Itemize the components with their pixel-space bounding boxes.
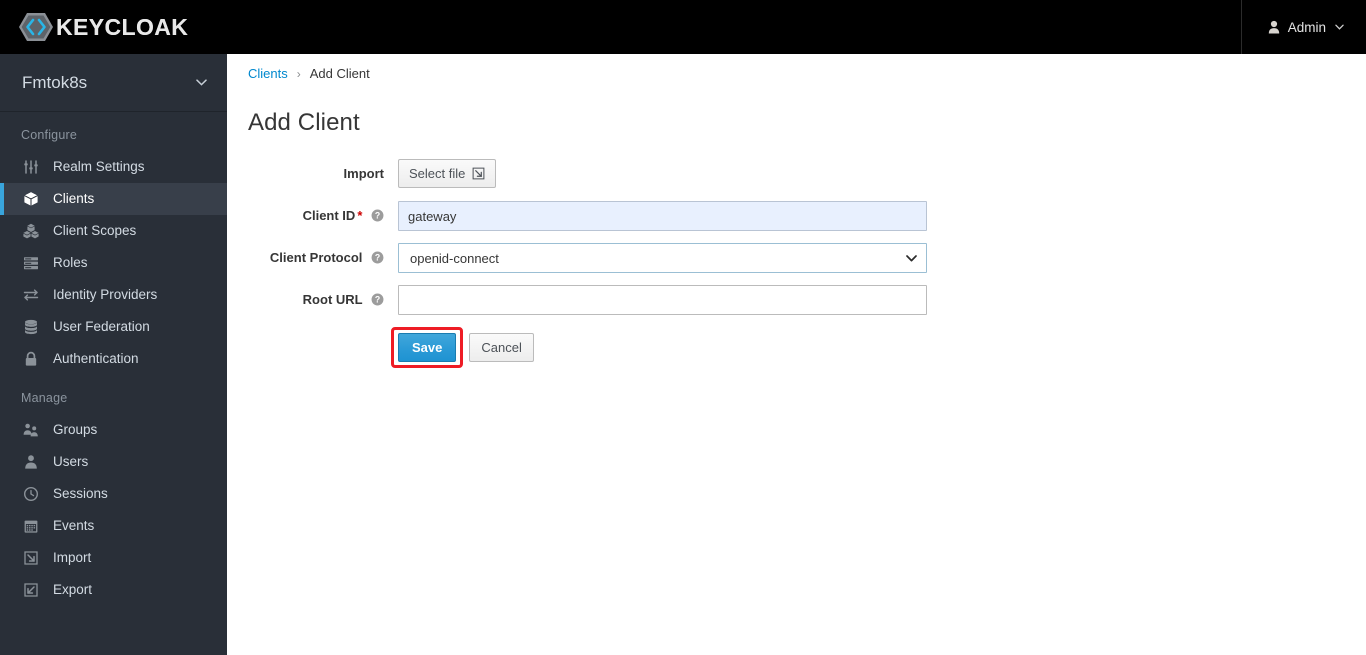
client-protocol-label-text: Client Protocol bbox=[269, 250, 363, 265]
required-marker: * bbox=[357, 208, 363, 223]
client-id-label: Client ID * ? bbox=[227, 201, 398, 231]
chevron-down-icon bbox=[196, 79, 207, 86]
svg-text:?: ? bbox=[375, 295, 380, 305]
realm-selector[interactable]: Fmtok8s bbox=[0, 54, 227, 112]
import-icon bbox=[22, 550, 39, 567]
sidebar-item-label: Sessions bbox=[53, 486, 108, 502]
form-row-import: Import Select file bbox=[227, 159, 1366, 189]
calendar-icon bbox=[22, 518, 39, 535]
sidebar-item-label: Export bbox=[53, 582, 93, 598]
admin-menu[interactable]: Admin bbox=[1240, 0, 1366, 54]
svg-text:?: ? bbox=[375, 253, 380, 263]
sidebar-item-import[interactable]: Import bbox=[0, 542, 227, 574]
sidebar-item-realm-settings[interactable]: Realm Settings bbox=[0, 151, 227, 183]
lock-icon bbox=[22, 351, 39, 368]
user-icon bbox=[1268, 20, 1279, 34]
form-row-client-id: Client ID * ? bbox=[227, 201, 1366, 231]
client-id-field bbox=[398, 201, 1366, 231]
sidebar-item-groups[interactable]: Groups bbox=[0, 414, 227, 446]
import-label: Import bbox=[343, 166, 384, 181]
import-file-icon bbox=[472, 167, 485, 180]
form-row-actions: Save Cancel bbox=[227, 327, 1366, 368]
form-row-root-url: Root URL ? bbox=[227, 285, 1366, 315]
actions-spacer bbox=[227, 327, 398, 357]
sidebar-item-label: Users bbox=[53, 454, 89, 470]
sidebar-item-client-scopes[interactable]: Client Scopes bbox=[0, 215, 227, 247]
form-actions: Save Cancel bbox=[391, 327, 1366, 368]
client-protocol-label: Client Protocol ? bbox=[227, 243, 398, 273]
clock-icon bbox=[22, 486, 39, 503]
import-field: Select file bbox=[398, 159, 1366, 188]
sidebar-item-label: Events bbox=[53, 518, 95, 534]
admin-user-label: Admin bbox=[1287, 19, 1326, 35]
sidebar-item-label: Authentication bbox=[53, 351, 139, 367]
breadcrumb-current: Add Client bbox=[309, 66, 370, 81]
client-id-label-text: Client ID bbox=[302, 208, 356, 223]
sliders-icon bbox=[22, 159, 39, 176]
top-header-bar: KEYCLOAK Admin bbox=[0, 0, 1366, 54]
save-button[interactable]: Save bbox=[398, 333, 457, 362]
chevron-down-icon bbox=[1335, 24, 1344, 30]
sidebar-item-label: Clients bbox=[53, 191, 95, 207]
root-url-input[interactable] bbox=[398, 285, 927, 315]
nav-section-title-configure: Configure bbox=[21, 128, 77, 142]
sidebar-item-label: Roles bbox=[53, 255, 88, 271]
help-circle-icon[interactable]: ? bbox=[371, 251, 384, 264]
brand-logo-area[interactable]: KEYCLOAK bbox=[0, 11, 188, 43]
sidebar-item-clients[interactable]: Clients bbox=[0, 183, 227, 215]
client-protocol-selected-value: openid-connect bbox=[410, 250, 499, 266]
root-url-field bbox=[398, 285, 1366, 315]
breadcrumb-separator-icon: › bbox=[296, 66, 301, 81]
root-url-label-text: Root URL bbox=[302, 292, 363, 307]
client-protocol-select-wrap: openid-connect bbox=[398, 243, 927, 273]
sidebar-item-label: Client Scopes bbox=[53, 223, 137, 239]
sidebar-item-identity-providers[interactable]: Identity Providers bbox=[0, 279, 227, 311]
sidebar-item-user-federation[interactable]: User Federation bbox=[0, 311, 227, 343]
breadcrumb: Clients › Add Client bbox=[227, 54, 1366, 81]
cube-icon bbox=[22, 191, 39, 208]
form-row-client-protocol: Client Protocol ? openid-connect bbox=[227, 243, 1366, 273]
cubes-icon bbox=[22, 223, 39, 240]
keycloak-hexagon-logo-icon bbox=[19, 13, 53, 41]
save-button-wrapper: Save bbox=[391, 327, 464, 368]
svg-text:?: ? bbox=[375, 211, 380, 221]
sidebar-item-sessions[interactable]: Sessions bbox=[0, 478, 227, 510]
cancel-button[interactable]: Cancel bbox=[469, 333, 534, 362]
breadcrumb-link-clients[interactable]: Clients bbox=[248, 66, 288, 81]
sidebar-item-label: Realm Settings bbox=[53, 159, 145, 175]
database-icon bbox=[22, 319, 39, 336]
client-id-input[interactable] bbox=[398, 201, 927, 231]
add-client-form: Import Select file Client ID * ? gateway… bbox=[227, 159, 1366, 368]
export-icon bbox=[22, 582, 39, 599]
sidebar-item-users[interactable]: Users bbox=[0, 446, 227, 478]
root-url-label: Root URL ? bbox=[227, 285, 398, 315]
sidebar-item-export[interactable]: Export bbox=[0, 574, 227, 606]
sidebar-item-label: User Federation bbox=[53, 319, 150, 335]
help-circle-icon[interactable]: ? bbox=[371, 209, 384, 222]
exchange-arrows-icon bbox=[22, 287, 39, 304]
sidebar-item-events[interactable]: Events bbox=[0, 510, 227, 542]
list-rows-icon bbox=[22, 255, 39, 272]
select-file-label: Select file bbox=[409, 166, 466, 181]
sidebar-item-label: Identity Providers bbox=[53, 287, 158, 303]
keycloak-admin-console: KEYCLOAK Admin Fmtok8s Configure Realm S… bbox=[0, 0, 1366, 655]
admin-user-button[interactable]: Admin bbox=[1268, 20, 1344, 35]
help-circle-icon[interactable]: ? bbox=[371, 293, 384, 306]
users-group-icon bbox=[22, 422, 39, 439]
sidebar-item-roles[interactable]: Roles bbox=[0, 247, 227, 279]
nav-section-title-manage: Manage bbox=[21, 391, 68, 405]
sidebar-item-label: Groups bbox=[53, 422, 98, 438]
realm-name: Fmtok8s bbox=[22, 72, 88, 92]
user-icon bbox=[22, 454, 39, 471]
main-content: Clients › Add Client Add Client Import S… bbox=[227, 54, 1366, 655]
client-protocol-select[interactable]: openid-connect bbox=[398, 243, 927, 273]
client-protocol-field: openid-connect bbox=[398, 243, 1366, 273]
page-title: Add Client bbox=[248, 109, 360, 136]
sidebar: Fmtok8s Configure Realm Settings Clients… bbox=[0, 54, 227, 655]
select-file-button[interactable]: Select file bbox=[398, 159, 497, 188]
sidebar-item-label: Import bbox=[53, 550, 92, 566]
sidebar-item-authentication[interactable]: Authentication bbox=[0, 343, 227, 375]
brand-name: KEYCLOAK bbox=[56, 13, 189, 40]
